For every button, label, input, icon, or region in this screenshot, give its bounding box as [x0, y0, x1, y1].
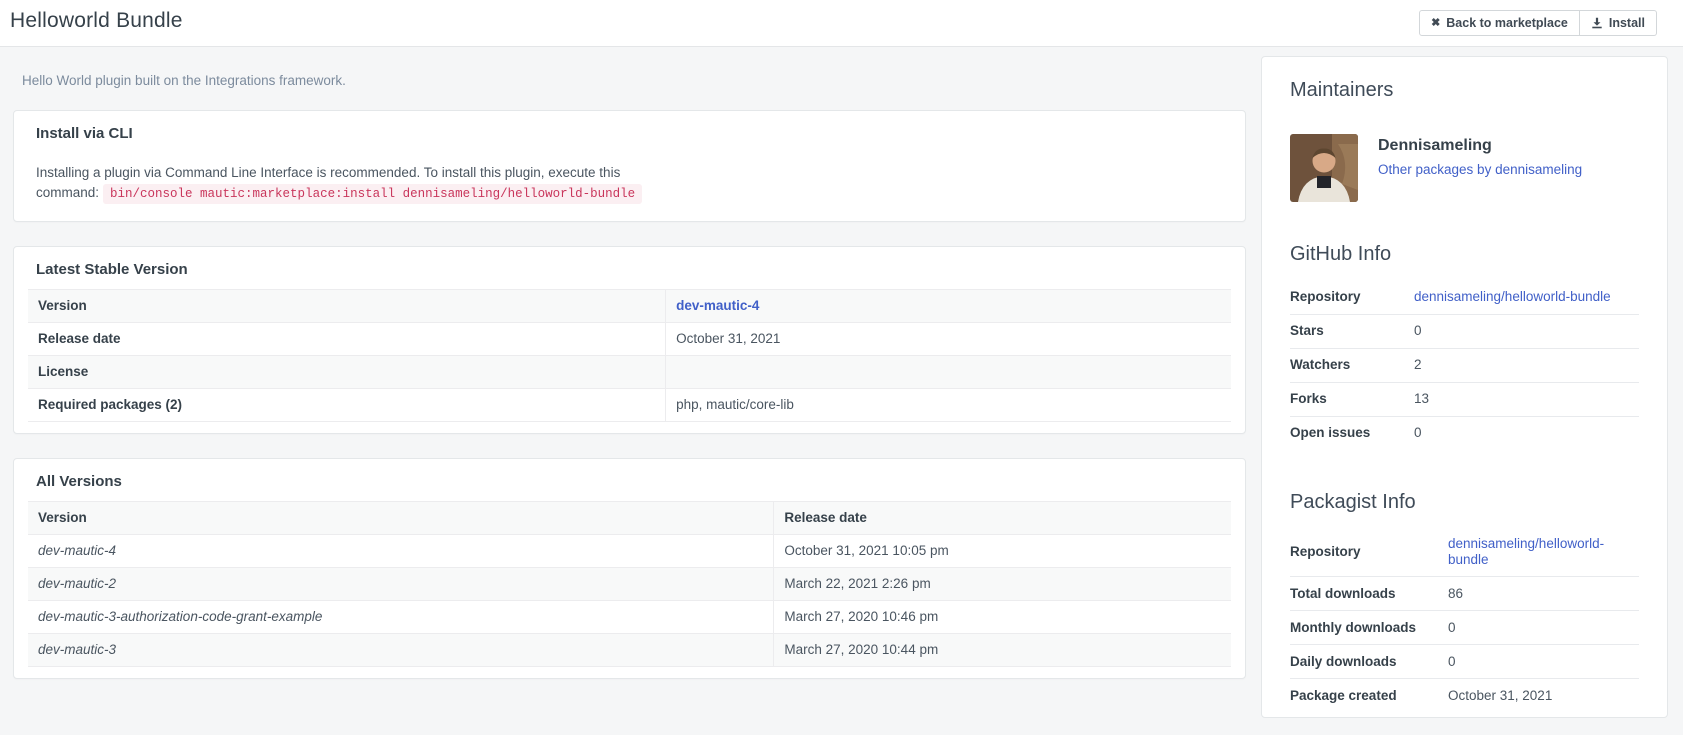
table-row: Repository dennisameling/helloworld-bund…	[1290, 528, 1639, 577]
latest-stable-heading: Latest Stable Version	[28, 260, 1231, 280]
packagist-info-heading: Packagist Info	[1290, 489, 1639, 516]
back-to-marketplace-label: Back to marketplace	[1446, 16, 1568, 30]
row-value: 0	[1448, 645, 1639, 679]
row-label: Version	[28, 290, 666, 323]
table-row: Stars 0	[1290, 314, 1639, 348]
row-value: php, mautic/core-lib	[666, 389, 1231, 422]
row-label: Required packages (2)	[28, 389, 666, 422]
row-value: dennisameling/helloworld-bundle	[1414, 280, 1639, 314]
install-cli-card: Install via CLI Installing a plugin via …	[13, 110, 1246, 222]
content-column: Hello World plugin built on the Integrat…	[13, 48, 1246, 703]
row-label: Forks	[1290, 382, 1414, 416]
column-header-version: Version	[28, 502, 774, 535]
row-value: October 31, 2021	[666, 323, 1231, 356]
cli-command: bin/console mautic:marketplace:install d…	[103, 184, 642, 204]
row-label: License	[28, 356, 666, 389]
row-label: Monthly downloads	[1290, 611, 1448, 645]
header-button-group: ✖ Back to marketplace Install	[1419, 10, 1657, 36]
version-link[interactable]: dev-mautic-4	[676, 298, 759, 313]
row-value: 2	[1414, 348, 1639, 382]
table-row: Total downloads 86	[1290, 577, 1639, 611]
table-row: dev-mautic-3-authorization-code-grant-ex…	[28, 601, 1231, 634]
close-icon: ✖	[1431, 18, 1440, 29]
column-header-release-date: Release date	[774, 502, 1231, 535]
row-value: 0	[1448, 611, 1639, 645]
other-packages-link[interactable]: Other packages by dennisameling	[1378, 160, 1582, 180]
table-row: Package created October 31, 2021	[1290, 679, 1639, 713]
row-value: dennisameling/helloworld-bundle	[1448, 528, 1639, 577]
table-row: Version dev-mautic-4	[28, 290, 1231, 323]
table-row: Forks 13	[1290, 382, 1639, 416]
latest-stable-table: Version dev-mautic-4 Release date Octobe…	[28, 289, 1231, 422]
packagist-info-table: Repository dennisameling/helloworld-bund…	[1290, 528, 1639, 713]
back-to-marketplace-button[interactable]: ✖ Back to marketplace	[1419, 10, 1580, 36]
release-date-cell: March 27, 2020 10:46 pm	[774, 601, 1231, 634]
all-versions-table: Version Release date dev-mautic-4 Octobe…	[28, 501, 1231, 667]
table-row: Release date October 31, 2021	[28, 323, 1231, 356]
table-header-row: Version Release date	[28, 502, 1231, 535]
table-row: Required packages (2) php, mautic/core-l…	[28, 389, 1231, 422]
row-label: Watchers	[1290, 348, 1414, 382]
release-date-cell: March 22, 2021 2:26 pm	[774, 568, 1231, 601]
row-label: Repository	[1290, 528, 1448, 577]
table-row: Repository dennisameling/helloworld-bund…	[1290, 280, 1639, 314]
row-value: dev-mautic-4	[666, 290, 1231, 323]
main-area: Hello World plugin built on the Integrat…	[0, 48, 1683, 735]
download-icon	[1591, 17, 1603, 29]
version-cell: dev-mautic-2	[28, 568, 774, 601]
plugin-description: Hello World plugin built on the Integrat…	[13, 48, 1246, 110]
row-label: Total downloads	[1290, 577, 1448, 611]
all-versions-heading: All Versions	[28, 472, 1231, 492]
release-date-cell: October 31, 2021 10:05 pm	[774, 535, 1231, 568]
maintainer-avatar	[1290, 134, 1358, 202]
row-value: 0	[1414, 314, 1639, 348]
maintainer-item: Dennisameling Other packages by dennisam…	[1290, 134, 1639, 202]
maintainer-name: Dennisameling	[1378, 136, 1582, 156]
release-date-cell: March 27, 2020 10:44 pm	[774, 634, 1231, 667]
row-value	[666, 356, 1231, 389]
row-label: Package created	[1290, 679, 1448, 713]
table-row: dev-mautic-2 March 22, 2021 2:26 pm	[28, 568, 1231, 601]
row-label: Stars	[1290, 314, 1414, 348]
version-cell: dev-mautic-4	[28, 535, 774, 568]
latest-stable-card: Latest Stable Version Version dev-mautic…	[13, 246, 1246, 434]
row-label: Daily downloads	[1290, 645, 1448, 679]
install-button[interactable]: Install	[1580, 10, 1657, 36]
version-cell: dev-mautic-3	[28, 634, 774, 667]
install-label: Install	[1609, 16, 1645, 30]
row-label: Release date	[28, 323, 666, 356]
packagist-repository-link[interactable]: dennisameling/helloworld-bundle	[1448, 536, 1604, 567]
row-label: Repository	[1290, 280, 1414, 314]
install-cli-heading: Install via CLI	[28, 124, 1231, 144]
table-row: License	[28, 356, 1231, 389]
page-title: Helloworld Bundle	[10, 9, 183, 33]
maintainers-heading: Maintainers	[1290, 77, 1639, 104]
table-row: Open issues 0	[1290, 416, 1639, 450]
row-value: 13	[1414, 382, 1639, 416]
row-value: 86	[1448, 577, 1639, 611]
github-repository-link[interactable]: dennisameling/helloworld-bundle	[1414, 289, 1611, 304]
row-label: Open issues	[1290, 416, 1414, 450]
table-row: Monthly downloads 0	[1290, 611, 1639, 645]
table-row: Daily downloads 0	[1290, 645, 1639, 679]
table-row: dev-mautic-3 March 27, 2020 10:44 pm	[28, 634, 1231, 667]
row-value: 0	[1414, 416, 1639, 450]
table-row: Watchers 2	[1290, 348, 1639, 382]
cli-instructions: Installing a plugin via Command Line Int…	[28, 163, 1231, 210]
all-versions-card: All Versions Version Release date dev-ma…	[13, 458, 1246, 679]
row-value: October 31, 2021	[1448, 679, 1639, 713]
page-header: Helloworld Bundle ✖ Back to marketplace …	[0, 0, 1683, 47]
github-info-heading: GitHub Info	[1290, 241, 1639, 268]
sidebar: Maintainers Dennisameling Other packages…	[1261, 56, 1668, 718]
maintainer-meta: Dennisameling Other packages by dennisam…	[1378, 134, 1582, 202]
table-row: dev-mautic-4 October 31, 2021 10:05 pm	[28, 535, 1231, 568]
github-info-table: Repository dennisameling/helloworld-bund…	[1290, 280, 1639, 450]
version-cell: dev-mautic-3-authorization-code-grant-ex…	[28, 601, 774, 634]
